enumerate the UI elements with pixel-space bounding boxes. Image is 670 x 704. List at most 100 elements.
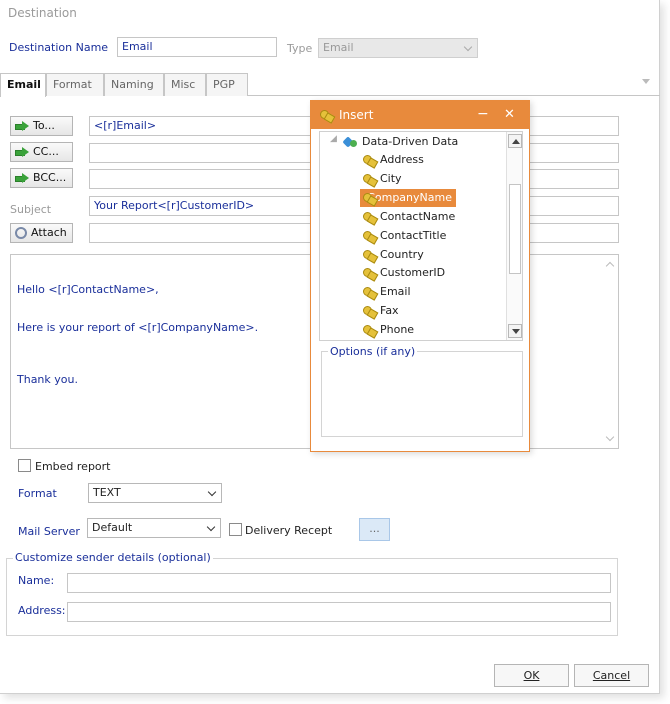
scroll-down-button[interactable] [508, 324, 522, 338]
tab-format[interactable]: Format [46, 73, 104, 96]
format-value: TEXT [93, 486, 121, 499]
tree-field-phone[interactable]: Phone [360, 321, 418, 339]
field-icon [362, 305, 376, 317]
sender-group: Customize sender details (optional) Name… [6, 551, 618, 636]
destination-window: Destination Destination Name Email Type … [0, 0, 660, 694]
sender-name-label: Name: [18, 574, 55, 587]
chevron-down-icon [206, 522, 216, 532]
scroll-up-button[interactable] [508, 134, 522, 148]
mail-server-select[interactable]: Default [87, 518, 221, 538]
tree-field-label: Address [380, 153, 424, 166]
field-icon [362, 211, 376, 223]
options-label: Options (if any) [328, 345, 418, 358]
green-arrow-icon [15, 147, 29, 157]
chevron-down-icon [207, 487, 217, 497]
message-scrollbar[interactable] [603, 255, 618, 448]
cc-button-label: CC... [33, 145, 59, 158]
tab-misc[interactable]: Misc [164, 73, 206, 96]
tab-overflow-icon[interactable] [642, 79, 650, 84]
bcc-button[interactable]: BCC... [10, 168, 73, 188]
tree-field-fax[interactable]: Fax [360, 302, 403, 320]
format-select[interactable]: TEXT [88, 483, 222, 503]
scroll-thumb[interactable] [509, 184, 521, 274]
field-icon [362, 286, 376, 298]
field-icon [362, 173, 376, 185]
tree-field-label: Phone [380, 323, 415, 336]
sender-address-input[interactable] [67, 602, 611, 622]
type-label: Type [287, 42, 313, 55]
mail-server-value: Default [92, 521, 133, 534]
ellipsis-button[interactable]: ... [359, 518, 390, 541]
tree-field-label: City [380, 172, 402, 185]
options-group: Options (if any) [321, 345, 523, 437]
insert-popup-titlebar[interactable]: Insert − ✕ [311, 101, 529, 129]
delivery-receipt-checkbox[interactable] [229, 523, 242, 536]
tree-field-contactname[interactable]: ContactName [360, 208, 459, 226]
tree-field-email[interactable]: Email [360, 283, 415, 301]
tree-field-label: CustomerID [380, 266, 446, 279]
chevron-up-icon[interactable] [605, 261, 615, 271]
message-line: Thank you. [17, 373, 78, 386]
field-icon [362, 192, 375, 204]
format-label: Format [18, 487, 57, 500]
chevron-down-icon [463, 42, 473, 52]
database-icon [344, 136, 358, 148]
bcc-button-label: BCC... [33, 171, 67, 184]
sender-name-input[interactable] [67, 573, 611, 593]
field-icon [362, 324, 376, 336]
tree-field-address[interactable]: Address [360, 151, 428, 169]
tree-field-label: Fax [380, 304, 399, 317]
tab-pgp[interactable]: PGP [206, 73, 248, 96]
type-select[interactable]: Email [318, 38, 478, 58]
type-value: Email [323, 41, 354, 54]
tree-root[interactable]: Data-Driven Data [342, 133, 462, 151]
delivery-receipt-label: Delivery Recept [245, 524, 333, 537]
window-title: Destination [8, 6, 77, 20]
tree-field-city[interactable]: City [360, 170, 406, 188]
field-icon [362, 230, 376, 242]
field-icon [362, 154, 376, 166]
embed-report-checkbox[interactable] [18, 459, 31, 472]
close-button[interactable]: ✕ [504, 107, 515, 122]
to-button[interactable]: To... [10, 116, 73, 136]
attach-button-label: Attach [31, 226, 67, 239]
tree-field-label: ContactName [380, 210, 456, 223]
tree-scrollbar[interactable] [506, 132, 522, 340]
sender-group-label: Customize sender details (optional) [13, 551, 213, 564]
tree-field-contacttitle[interactable]: ContactTitle [360, 227, 450, 245]
to-button-label: To... [33, 119, 55, 132]
insert-popup-title: Insert [339, 108, 374, 122]
field-icon [362, 267, 376, 279]
subject-label: Subject [10, 203, 52, 216]
tree-field-customerid[interactable]: CustomerID [360, 264, 449, 282]
destination-name-label: Destination Name [9, 41, 109, 54]
field-icon [362, 249, 376, 261]
message-line: Here is your report of <[r]CompanyName>. [17, 321, 259, 334]
tree-field-companyname[interactable]: CompanyName [360, 189, 456, 207]
ok-button[interactable]: OK [494, 664, 569, 687]
tab-bar: Email Format Naming Misc PGP [0, 72, 660, 97]
tree-field-label: CompanyName [367, 191, 452, 204]
tree-field-label: ContactTitle [380, 229, 447, 242]
chevron-down-icon[interactable] [605, 432, 615, 442]
attach-button[interactable]: Attach [10, 223, 73, 243]
message-line: Hello <[r]ContactName>, [17, 283, 159, 296]
tree-field-label: Country [380, 248, 424, 261]
collapse-icon[interactable]: ◢ [330, 134, 337, 144]
tab-naming[interactable]: Naming [104, 73, 164, 96]
minimize-button[interactable]: − [477, 106, 489, 122]
tree-field-country[interactable]: Country [360, 246, 428, 264]
embed-report-label: Embed report [35, 460, 111, 473]
tree-root-label: Data-Driven Data [362, 135, 459, 148]
cancel-button[interactable]: Cancel [574, 664, 649, 687]
field-tree: ◢ Data-Driven Data Address City CompanyN… [319, 131, 523, 341]
field-icon [319, 109, 333, 121]
green-arrow-icon [15, 173, 29, 183]
destination-name-input[interactable]: Email [117, 37, 277, 57]
cc-button[interactable]: CC... [10, 142, 73, 162]
tab-email[interactable]: Email [0, 73, 46, 97]
tree-field-label: Email [380, 285, 411, 298]
sender-address-label: Address: [18, 604, 66, 617]
mail-server-label: Mail Server [18, 525, 80, 538]
green-arrow-icon [15, 121, 29, 131]
